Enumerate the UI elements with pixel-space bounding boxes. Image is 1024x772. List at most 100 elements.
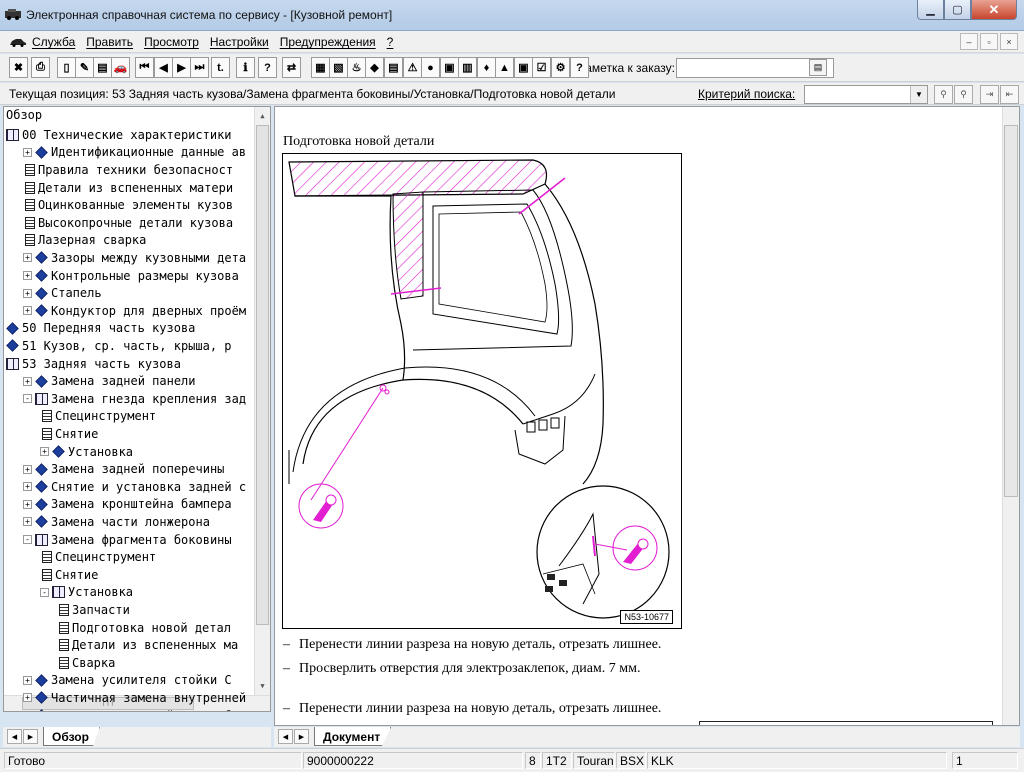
expand-icon[interactable]: + bbox=[23, 147, 32, 157]
toolbar-help2-button[interactable]: ? bbox=[570, 57, 589, 78]
scroll-thumb[interactable] bbox=[256, 125, 269, 625]
toolbar-list-button[interactable]: ▤ bbox=[384, 57, 403, 78]
tree-item[interactable]: 53 Задняя часть кузова bbox=[6, 355, 181, 373]
tree-item[interactable]: + Замена внутренней части бо bbox=[23, 707, 239, 712]
close-button[interactable]: ✕ bbox=[971, 0, 1017, 20]
expand-icon[interactable]: + bbox=[23, 517, 32, 527]
toolbar-exit-button[interactable]: ✖ bbox=[9, 57, 28, 78]
expand-icon[interactable]: + bbox=[23, 499, 32, 509]
toolbar-edit-button[interactable]: ✎ bbox=[75, 57, 94, 78]
tree-item[interactable]: - Установка bbox=[40, 584, 133, 602]
tree-item[interactable]: - Замена фрагмента боковины bbox=[23, 531, 232, 549]
toolbar-next-button[interactable]: ▶ bbox=[172, 57, 191, 78]
sync-forward-button[interactable]: ⇥ bbox=[980, 85, 999, 104]
tree-item[interactable]: + Замена усилителя стойки С bbox=[23, 672, 232, 690]
expand-icon[interactable]: + bbox=[23, 271, 32, 281]
search-criteria-select[interactable]: ▼ bbox=[804, 85, 928, 104]
tree-item[interactable]: Подготовка новой детал bbox=[57, 619, 231, 637]
document-vertical-scrollbar[interactable] bbox=[1002, 107, 1019, 725]
mdi-close-button[interactable]: × bbox=[1000, 33, 1018, 50]
tree-item[interactable]: + Зазоры между кузовными дета bbox=[23, 249, 246, 267]
expand-icon[interactable]: + bbox=[23, 376, 32, 386]
tree-item[interactable]: Лазерная сварка bbox=[23, 232, 146, 250]
menu-warnings[interactable]: Предупреждения bbox=[280, 35, 376, 49]
expand-icon[interactable]: + bbox=[23, 288, 32, 298]
expand-icon[interactable]: + bbox=[23, 464, 32, 474]
menu-view[interactable]: Просмотр bbox=[144, 35, 199, 49]
chevron-down-icon[interactable]: ▼ bbox=[910, 86, 927, 103]
tree-item[interactable]: Сварка bbox=[57, 654, 115, 672]
menu-edit[interactable]: Править bbox=[86, 35, 133, 49]
toolbar-car-button[interactable]: ▲ bbox=[495, 57, 514, 78]
tab-right-arrow-icon[interactable]: ▶ bbox=[23, 729, 38, 744]
toolbar-text-button[interactable]: t. bbox=[211, 57, 230, 78]
collapse-icon[interactable]: - bbox=[23, 394, 32, 404]
expand-icon[interactable]: + bbox=[23, 306, 32, 316]
tree-item[interactable]: Детали из вспененных ма bbox=[57, 636, 238, 654]
tab-left-arrow-icon[interactable]: ◀ bbox=[278, 729, 293, 744]
toolbar-calc-button[interactable]: ▥ bbox=[458, 57, 477, 78]
toolbar-info-button[interactable]: ℹ bbox=[236, 57, 255, 78]
collapse-icon[interactable]: - bbox=[23, 535, 32, 545]
toolbar-colour-button[interactable]: ♦ bbox=[477, 57, 496, 78]
toolbar-globe-button[interactable]: ● bbox=[421, 57, 440, 78]
expand-icon[interactable]: + bbox=[23, 675, 32, 685]
menu-help[interactable]: ? bbox=[387, 35, 394, 49]
tree-item[interactable]: Снятие bbox=[40, 425, 98, 443]
menu-service[interactable]: Служба bbox=[32, 35, 75, 49]
expand-icon[interactable]: + bbox=[23, 711, 32, 712]
expand-icon[interactable]: + bbox=[23, 253, 32, 263]
menu-settings[interactable]: Настройки bbox=[210, 35, 269, 49]
tree-vertical-scrollbar[interactable]: ▲ ▼ bbox=[254, 107, 270, 711]
tree-item[interactable]: Снятие bbox=[40, 566, 98, 584]
tree-item[interactable]: + Кондуктор для дверных проём bbox=[23, 302, 246, 320]
toolbar-settings-button[interactable]: ⚙ bbox=[551, 57, 570, 78]
scroll-up-icon[interactable]: ▲ bbox=[256, 108, 269, 123]
toolbar-tools-button[interactable]: ♨ bbox=[347, 57, 366, 78]
order-note-button[interactable]: ▤ bbox=[809, 59, 827, 76]
scroll-thumb[interactable] bbox=[1004, 125, 1018, 497]
toolbar-check-button[interactable]: ☑ bbox=[532, 57, 551, 78]
tree-item[interactable]: Детали из вспененных матери bbox=[23, 179, 233, 197]
tab-overview[interactable]: Обзор bbox=[43, 727, 100, 746]
restore-button[interactable]: ▢ bbox=[944, 0, 971, 20]
tree-item[interactable]: Правила техники безопасност bbox=[23, 161, 233, 179]
tree-item[interactable]: + Замена кронштейна бампера bbox=[23, 496, 232, 514]
tree-item[interactable]: 50 Передняя часть кузова bbox=[6, 320, 195, 338]
tree-item[interactable]: Запчасти bbox=[57, 601, 130, 619]
tree-item[interactable]: Оцинкованные элементы кузов bbox=[23, 196, 233, 214]
toolbar-swap-button[interactable]: ⇄ bbox=[282, 57, 301, 78]
search-prev-button[interactable]: ⚲ bbox=[954, 85, 973, 104]
toolbar-help-button[interactable]: ? bbox=[258, 57, 277, 78]
mdi-restore-button[interactable]: ▫ bbox=[980, 33, 998, 50]
toolbar-last-button[interactable]: ⏭ bbox=[190, 57, 209, 78]
minimize-button[interactable]: ▁ bbox=[917, 0, 944, 20]
search-next-button[interactable]: ⚲ bbox=[934, 85, 953, 104]
tree-item[interactable]: + Идентификационные данные ав bbox=[23, 144, 246, 162]
collapse-icon[interactable]: - bbox=[40, 587, 49, 597]
tree-item[interactable]: + Контрольные размеры кузова bbox=[23, 267, 239, 285]
tree-item[interactable]: Высокопрочные детали кузова bbox=[23, 214, 233, 232]
toolbar-vehicle-button[interactable]: 🚗 bbox=[111, 57, 130, 78]
tree-item[interactable]: Специнструмент bbox=[40, 548, 156, 566]
toolbar-parts-button[interactable]: ◆ bbox=[365, 57, 384, 78]
scroll-down-icon[interactable]: ▼ bbox=[256, 678, 269, 693]
tree-item[interactable]: 00 Технические характеристики bbox=[6, 126, 232, 144]
expand-icon[interactable]: + bbox=[23, 482, 32, 492]
toolbar-warning-button[interactable]: ⚠ bbox=[403, 57, 422, 78]
toolbar-doc1-button[interactable]: ▦ bbox=[311, 57, 330, 78]
toolbar-prev-button[interactable]: ◀ bbox=[154, 57, 173, 78]
tree-item[interactable]: - Замена гнезда крепления зад bbox=[23, 390, 246, 408]
mdi-minimize-button[interactable]: – bbox=[960, 33, 978, 50]
tree-item[interactable]: + Установка bbox=[40, 443, 133, 461]
expand-icon[interactable]: + bbox=[23, 693, 32, 703]
tree-item[interactable]: + Замена части лонжерона bbox=[23, 513, 210, 531]
toolbar-doc2-button[interactable]: ▧ bbox=[329, 57, 348, 78]
expand-icon[interactable]: + bbox=[40, 447, 49, 457]
tree-item[interactable]: + Снятие и установка задней с bbox=[23, 478, 246, 496]
tree-item[interactable]: + Замена задней поперечины bbox=[23, 460, 224, 478]
toolbar-note-button[interactable]: ▤ bbox=[93, 57, 112, 78]
sync-back-button[interactable]: ⇤ bbox=[1000, 85, 1019, 104]
tree-item[interactable]: + Стапель bbox=[23, 284, 102, 302]
tree-item[interactable]: + Замена задней панели bbox=[23, 372, 196, 390]
